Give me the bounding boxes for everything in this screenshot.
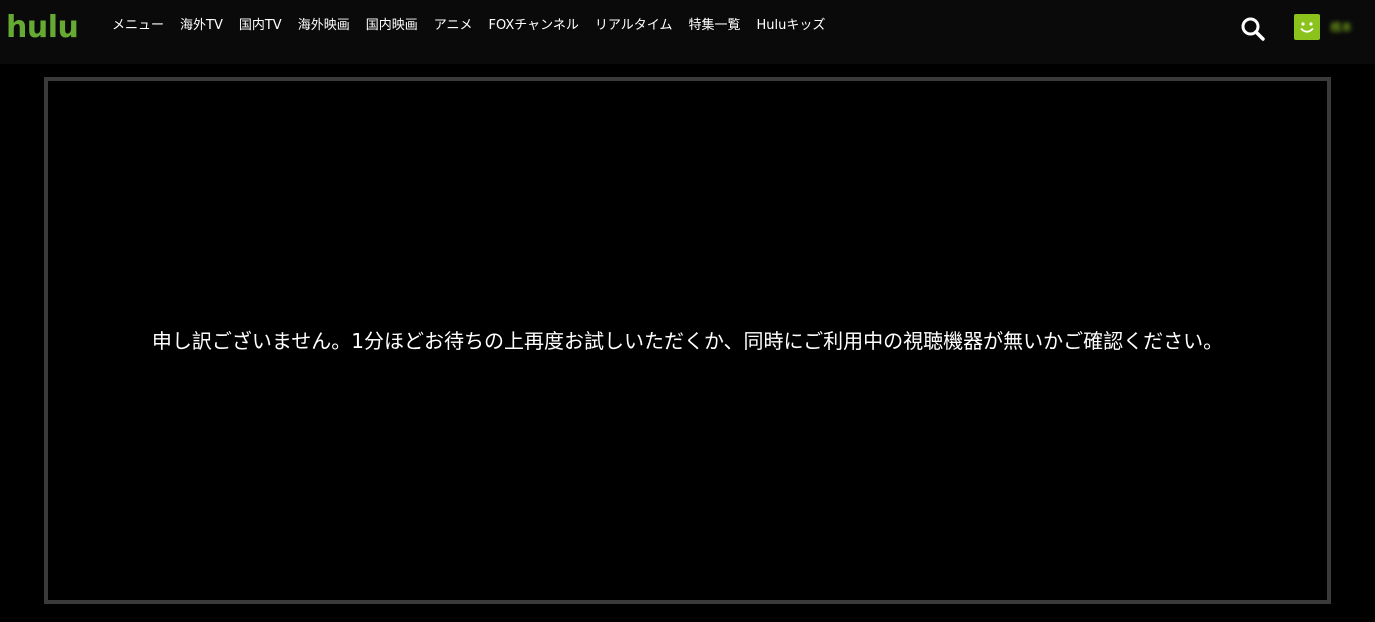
nav-item-menu[interactable]: メニュー: [112, 16, 164, 36]
username[interactable]: 橋本: [1330, 19, 1352, 35]
user-avatar[interactable]: [1294, 14, 1320, 40]
nav-item-fox-channel[interactable]: FOXチャンネル: [488, 16, 578, 36]
nav-item-domestic-tv[interactable]: 国内TV: [239, 16, 282, 36]
top-header: hulu メニュー 海外TV 国内TV 海外映画 国内映画 アニメ FOXチャン…: [0, 0, 1375, 64]
main-nav: メニュー 海外TV 国内TV 海外映画 国内映画 アニメ FOXチャンネル リア…: [112, 16, 841, 36]
search-icon: [1241, 17, 1265, 41]
nav-item-overseas-tv[interactable]: 海外TV: [180, 16, 223, 36]
nav-item-overseas-movies[interactable]: 海外映画: [298, 16, 350, 36]
nav-item-realtime[interactable]: リアルタイム: [595, 16, 673, 36]
error-message: 申し訳ございません。1分ほどお待ちの上再度お試しいただくか、同時にご利用中の視聴…: [151, 329, 1224, 353]
nav-item-domestic-movies[interactable]: 国内映画: [366, 16, 418, 36]
nav-item-anime[interactable]: アニメ: [434, 16, 473, 36]
smiley-icon: [1300, 22, 1314, 33]
search-button[interactable]: [1240, 16, 1266, 42]
nav-item-hulu-kids[interactable]: Huluキッズ: [757, 16, 826, 36]
video-player: 申し訳ございません。1分ほどお待ちの上再度お試しいただくか、同時にご利用中の視聴…: [44, 77, 1331, 604]
nav-item-features[interactable]: 特集一覧: [689, 16, 741, 36]
hulu-logo[interactable]: hulu: [6, 10, 79, 46]
